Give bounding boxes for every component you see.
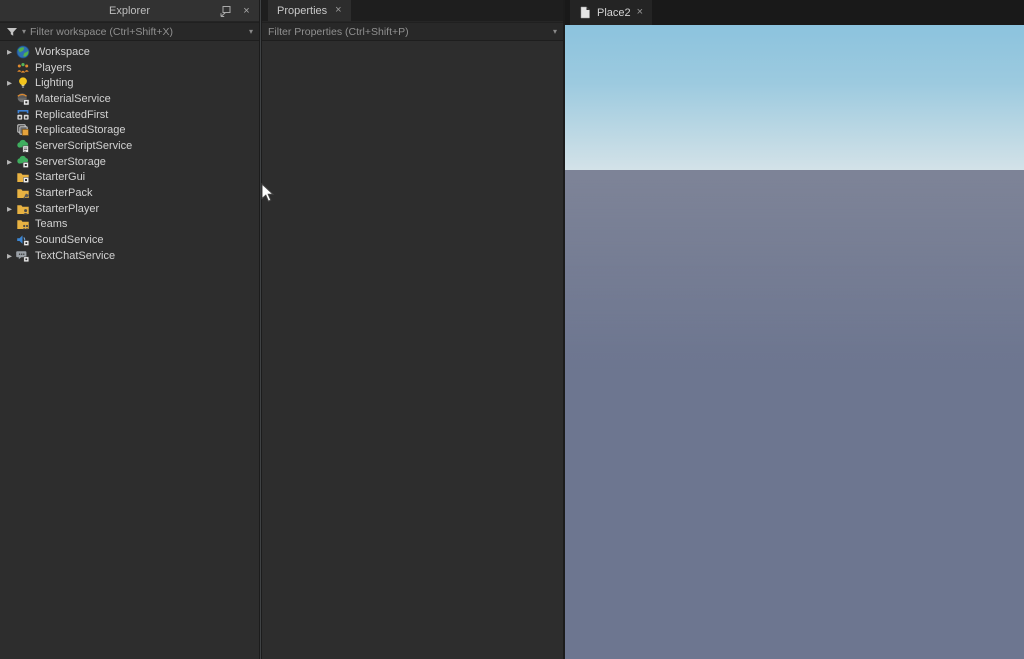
starter-gui-icon <box>16 170 30 184</box>
tree-item-label: StarterPack <box>35 187 92 199</box>
undock-panel-icon[interactable] <box>218 5 231 18</box>
explorer-filter-bar: ▾ ▾ <box>0 22 259 41</box>
tree-item-label: StarterPlayer <box>35 203 99 215</box>
expand-arrow-icon[interactable]: ▶ <box>3 158 16 166</box>
explorer-tree-item[interactable]: ▶ Teams <box>0 217 259 233</box>
server-storage-icon <box>16 155 30 169</box>
close-panel-icon[interactable]: × <box>240 5 253 18</box>
tab-place2[interactable]: Place2 × <box>570 0 652 25</box>
tree-item-label: Players <box>35 62 72 74</box>
tree-item-label: ServerStorage <box>35 156 106 168</box>
tree-item-label: TextChatService <box>35 250 115 262</box>
explorer-header: Explorer × <box>0 0 259 22</box>
explorer-tree: ▶ Workspace ▶ Players ▶ Lighting ▶ Mater… <box>0 44 259 264</box>
filter-funnel-icon[interactable] <box>6 26 18 38</box>
filter-mode-caret-icon[interactable]: ▾ <box>22 28 26 36</box>
place-file-icon <box>579 6 591 19</box>
tree-item-label: ServerScriptService <box>35 140 132 152</box>
tree-item-label: MaterialService <box>35 93 111 105</box>
tree-item-label: Workspace <box>35 46 90 58</box>
explorer-filter-dropdown-icon[interactable]: ▾ <box>249 28 253 36</box>
viewport-panel: Place2 × <box>565 0 1024 659</box>
replicated-storage-icon <box>16 123 30 137</box>
tree-item-label: SoundService <box>35 234 104 246</box>
replicated-first-icon <box>16 108 30 122</box>
explorer-tree-item[interactable]: ▶ Workspace <box>0 44 259 60</box>
tree-item-label: ReplicatedFirst <box>35 109 108 121</box>
teams-icon <box>16 217 30 231</box>
properties-filter-dropdown-icon[interactable]: ▾ <box>553 28 557 36</box>
explorer-tree-item[interactable]: ▶ StarterPlayer <box>0 201 259 217</box>
explorer-tree-item[interactable]: ▶ Lighting <box>0 75 259 91</box>
tree-item-label: ReplicatedStorage <box>35 124 126 136</box>
properties-empty-body <box>262 42 563 659</box>
explorer-tree-item[interactable]: ▶ ReplicatedFirst <box>0 107 259 123</box>
starter-player-icon <box>16 202 30 216</box>
mouse-cursor <box>261 183 275 203</box>
place-tab-label: Place2 <box>597 7 631 19</box>
workspace-globe-icon <box>16 45 30 59</box>
document-tabbar: Place2 × <box>565 0 1024 25</box>
3d-viewport[interactable] <box>565 25 1024 659</box>
explorer-tree-item[interactable]: ▶ Players <box>0 60 259 76</box>
explorer-tree-item[interactable]: ▶ TextChatService <box>0 248 259 264</box>
expand-arrow-icon[interactable]: ▶ <box>3 79 16 87</box>
explorer-filter-input[interactable] <box>30 26 245 38</box>
close-tab-icon[interactable]: × <box>637 7 643 18</box>
starter-pack-icon <box>16 186 30 200</box>
properties-tab-label: Properties <box>277 5 327 17</box>
explorer-tree-item[interactable]: ▶ ReplicatedStorage <box>0 122 259 138</box>
baseplate-grid <box>565 185 1024 659</box>
players-icon <box>16 61 30 75</box>
explorer-header-buttons: × <box>218 0 253 22</box>
properties-filter-bar: ▾ <box>262 22 563 41</box>
properties-tabbar: Properties × <box>262 0 563 22</box>
expand-arrow-icon[interactable]: ▶ <box>3 205 16 213</box>
lighting-bulb-icon <box>16 76 30 90</box>
text-chat-service-icon <box>16 249 30 263</box>
tree-item-label: StarterGui <box>35 171 85 183</box>
tree-item-label: Teams <box>35 218 67 230</box>
explorer-tree-item[interactable]: ▶ ServerStorage <box>0 154 259 170</box>
sky <box>565 25 1024 170</box>
close-tab-icon[interactable]: × <box>335 5 341 16</box>
explorer-tree-item[interactable]: ▶ ServerScriptService <box>0 138 259 154</box>
explorer-tree-item[interactable]: ▶ StarterPack <box>0 185 259 201</box>
explorer-tree-item[interactable]: ▶ SoundService <box>0 232 259 248</box>
server-script-service-icon <box>16 139 30 153</box>
baseplate-ground <box>565 170 1024 659</box>
roblox-studio-window: Explorer × ▾ ▾ ▶ Workspace <box>0 0 1024 659</box>
properties-filter-input[interactable] <box>268 26 549 38</box>
tree-item-label: Lighting <box>35 77 74 89</box>
properties-panel: Properties × ▾ <box>262 0 563 659</box>
expand-arrow-icon[interactable]: ▶ <box>3 48 16 56</box>
explorer-tree-item[interactable]: ▶ StarterGui <box>0 170 259 186</box>
explorer-tree-item[interactable]: ▶ MaterialService <box>0 91 259 107</box>
sound-service-icon <box>16 233 30 247</box>
expand-arrow-icon[interactable]: ▶ <box>3 252 16 260</box>
material-service-icon <box>16 92 30 106</box>
tab-properties[interactable]: Properties × <box>268 0 351 21</box>
explorer-panel: Explorer × ▾ ▾ ▶ Workspace <box>0 0 259 659</box>
